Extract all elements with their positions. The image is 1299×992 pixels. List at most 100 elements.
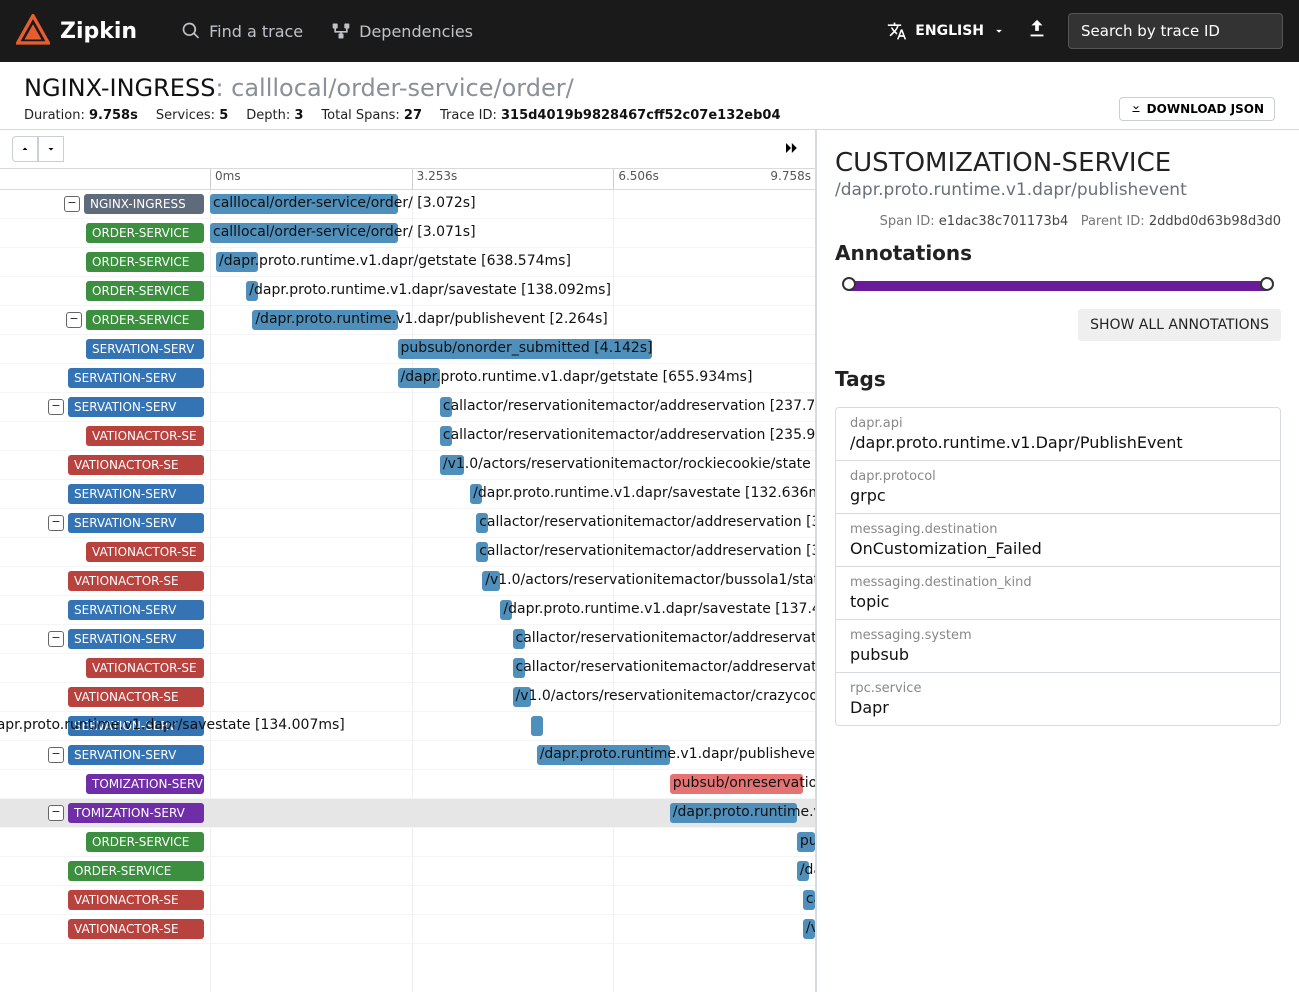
service-chip: NGINX-INGRESS: [84, 194, 204, 214]
meta-spans-label: Total Spans:: [321, 108, 399, 123]
span-row[interactable]: VATIONACTOR-SE callactor/reservationitema…: [0, 886, 815, 915]
span-bar[interactable]: [531, 716, 543, 736]
page-title: NGINX-INGRESS: calllocal/order-service/o…: [24, 74, 1275, 102]
collapse-all-button[interactable]: [38, 136, 64, 162]
span-row[interactable]: −SERVATION-SERVcallactor/reservationitem…: [0, 393, 815, 422]
span-row[interactable]: SERVATION-SERV/dapr.proto.runtime.v1.dap…: [0, 712, 815, 741]
service-chip: ORDER-SERVICE: [86, 281, 204, 301]
show-all-annotations-button[interactable]: SHOW ALL ANNOTATIONS: [1078, 309, 1281, 341]
detail-service: CUSTOMIZATION-SERVICE: [835, 148, 1281, 178]
span-label: callactor/reservationitemactor/addreserv…: [516, 659, 816, 675]
service-chip: ORDER-SERVICE: [86, 832, 204, 852]
double-chevron-right-icon: [781, 138, 801, 158]
search-input[interactable]: [1068, 13, 1283, 49]
tag-value: pubsub: [850, 645, 1266, 664]
detail-panel: CUSTOMIZATION-SERVICE /dapr.proto.runtim…: [817, 130, 1299, 992]
span-row[interactable]: SERVATION-SERV pubsub/onorder_submitted […: [0, 335, 815, 364]
span-label: /dapr.proto.runtime.v1.dapr/publishevent…: [673, 804, 815, 820]
service-chip: SERVATION-SERV: [68, 513, 204, 533]
span-label: callactor/reservationitemactor/addreserv…: [806, 891, 815, 907]
tag-value: Dapr: [850, 698, 1266, 717]
service-chip: TOMIZATION-SERV: [86, 774, 204, 794]
meta-services: 5: [219, 108, 228, 123]
span-row[interactable]: −TOMIZATION-SERV/dapr.proto.runtime.v1.d…: [0, 799, 815, 828]
span-row[interactable]: −SERVATION-SERVcallactor/reservationitem…: [0, 509, 815, 538]
row-toggle[interactable]: −: [48, 399, 64, 415]
span-row[interactable]: VATIONACTOR-SEcallactor/reservationitema…: [0, 654, 815, 683]
span-row[interactable]: ORDER-SERVICEcalllocal/order-service/ord…: [0, 219, 815, 248]
row-toggle[interactable]: −: [48, 805, 64, 821]
span-row[interactable]: TOMIZATION-SERV pubsub/onreservation_comp…: [0, 770, 815, 799]
span-row[interactable]: −NGINX-INGRESScalllocal/order-service/or…: [0, 190, 815, 219]
service-chip: SERVATION-SERV: [86, 339, 204, 359]
download-json-button[interactable]: DOWNLOAD JSON: [1119, 97, 1275, 121]
span-label: /dapr.proto.runtime.v1.dapr/publishevent…: [255, 311, 607, 327]
language-label: ENGLISH: [915, 23, 984, 39]
upload-button[interactable]: [1026, 18, 1048, 44]
tags-heading: Tags: [835, 367, 1281, 391]
span-rows[interactable]: −NGINX-INGRESScalllocal/order-service/or…: [0, 190, 815, 992]
service-chip: SERVATION-SERV: [68, 484, 204, 504]
download-label: DOWNLOAD JSON: [1147, 102, 1264, 116]
spanid-label: Span ID:: [880, 214, 935, 229]
span-row[interactable]: ORDER-SERVICE/dapr.proto.runtime.v1.dapr…: [0, 857, 815, 886]
meta-traceid-label: Trace ID:: [440, 108, 497, 123]
nav-find-trace[interactable]: Find a trace: [167, 21, 317, 41]
service-chip: VATIONACTOR-SE: [68, 919, 204, 939]
row-toggle[interactable]: −: [48, 515, 64, 531]
row-toggle[interactable]: −: [64, 196, 80, 212]
meta-spans: 27: [404, 108, 422, 123]
span-row[interactable]: −SERVATION-SERV/dapr.proto.runtime.v1.da…: [0, 741, 815, 770]
span-row[interactable]: VATIONACTOR-SE/v1.0/actors/reservationit…: [0, 567, 815, 596]
nav-dependencies[interactable]: Dependencies: [317, 21, 487, 41]
dependencies-icon: [331, 21, 351, 41]
service-chip: VATIONACTOR-SE: [68, 687, 204, 707]
meta-duration: 9.758s: [89, 108, 138, 123]
row-toggle[interactable]: −: [48, 747, 64, 763]
collapse-panel-button[interactable]: [781, 138, 801, 162]
span-row[interactable]: VATIONACTOR-SE/v1.0/actors/reservationit…: [0, 683, 815, 712]
span-label: /dapr.proto.runtime.v1.dapr/savestate [1…: [249, 282, 611, 298]
brand[interactable]: Zipkin: [16, 14, 137, 48]
tag-key: rpc.service: [850, 681, 1266, 696]
tag-key: messaging.system: [850, 628, 1266, 643]
span-label: pubsub/onorder_submitted [4.142s]: [401, 340, 653, 356]
tags-list: dapr.api/dapr.proto.runtime.v1.Dapr/Publ…: [835, 407, 1281, 726]
detail-ids: Span ID: e1dac38c701173b4 Parent ID: 2dd…: [835, 214, 1281, 229]
span-row[interactable]: VATIONACTOR-SEcallactor/reservationitema…: [0, 538, 815, 567]
span-row[interactable]: ORDER-SERVICE/dapr.proto.runtime.v1.dapr…: [0, 248, 815, 277]
expand-all-button[interactable]: [12, 136, 38, 162]
span-row[interactable]: −ORDER-SERVICE/dapr.proto.runtime.v1.dap…: [0, 306, 815, 335]
language-selector[interactable]: ENGLISH: [887, 21, 1006, 41]
service-chip: SERVATION-SERV: [68, 368, 204, 388]
span-row[interactable]: VATIONACTOR-SE/v1.0/actors/reservationit…: [0, 915, 815, 944]
span-row[interactable]: ORDER-SERVICEpubsub/oncustomization_fail…: [0, 828, 815, 857]
service-chip: SERVATION-SERV: [68, 397, 204, 417]
span-label: /dapr.proto.runtime.v1.dapr/savestate [1…: [0, 717, 345, 733]
span-row[interactable]: SERVATION-SERV/dapr.proto.runtime.v1.dap…: [0, 364, 815, 393]
span-row[interactable]: VATIONACTOR-SE/v1.0/actors/reservationit…: [0, 451, 815, 480]
download-icon: [1130, 102, 1142, 114]
service-chip: SERVATION-SERV: [68, 600, 204, 620]
span-label: /dapr.proto.runtime.v1.dapr/publishevent…: [540, 746, 815, 762]
span-row[interactable]: SERVATION-SERV/dapr.proto.runtime.v1.dap…: [0, 480, 815, 509]
chevron-up-icon: [19, 143, 31, 155]
span-label: callactor/reservationitemactor/addreserv…: [516, 630, 816, 646]
chevron-down-icon: [45, 143, 57, 155]
tag-key: messaging.destination: [850, 522, 1266, 537]
span-label: pubsub/onreservation_completed [2.189s]: [673, 775, 815, 791]
service-chip: VATIONACTOR-SE: [68, 890, 204, 910]
span-row[interactable]: SERVATION-SERV/dapr.proto.runtime.v1.dap…: [0, 596, 815, 625]
chevron-down-icon: [992, 24, 1006, 38]
span-label: /dapr.proto.runtime.v1.dapr/getstate [14…: [800, 862, 815, 878]
service-chip: SERVATION-SERV: [68, 745, 204, 765]
ruler-tick: 3.253s: [412, 169, 458, 189]
detail-operation: /dapr.proto.runtime.v1.dapr/publishevent: [835, 180, 1281, 200]
trace-meta: Duration: 9.758s Services: 5 Depth: 3 To…: [24, 108, 1275, 123]
row-toggle[interactable]: −: [48, 631, 64, 647]
span-row[interactable]: −SERVATION-SERVcallactor/reservationitem…: [0, 625, 815, 654]
row-toggle[interactable]: −: [66, 312, 82, 328]
search-icon: [181, 21, 201, 41]
span-row[interactable]: VATIONACTOR-SEcallactor/reservationitema…: [0, 422, 815, 451]
span-row[interactable]: ORDER-SERVICE/dapr.proto.runtime.v1.dapr…: [0, 277, 815, 306]
